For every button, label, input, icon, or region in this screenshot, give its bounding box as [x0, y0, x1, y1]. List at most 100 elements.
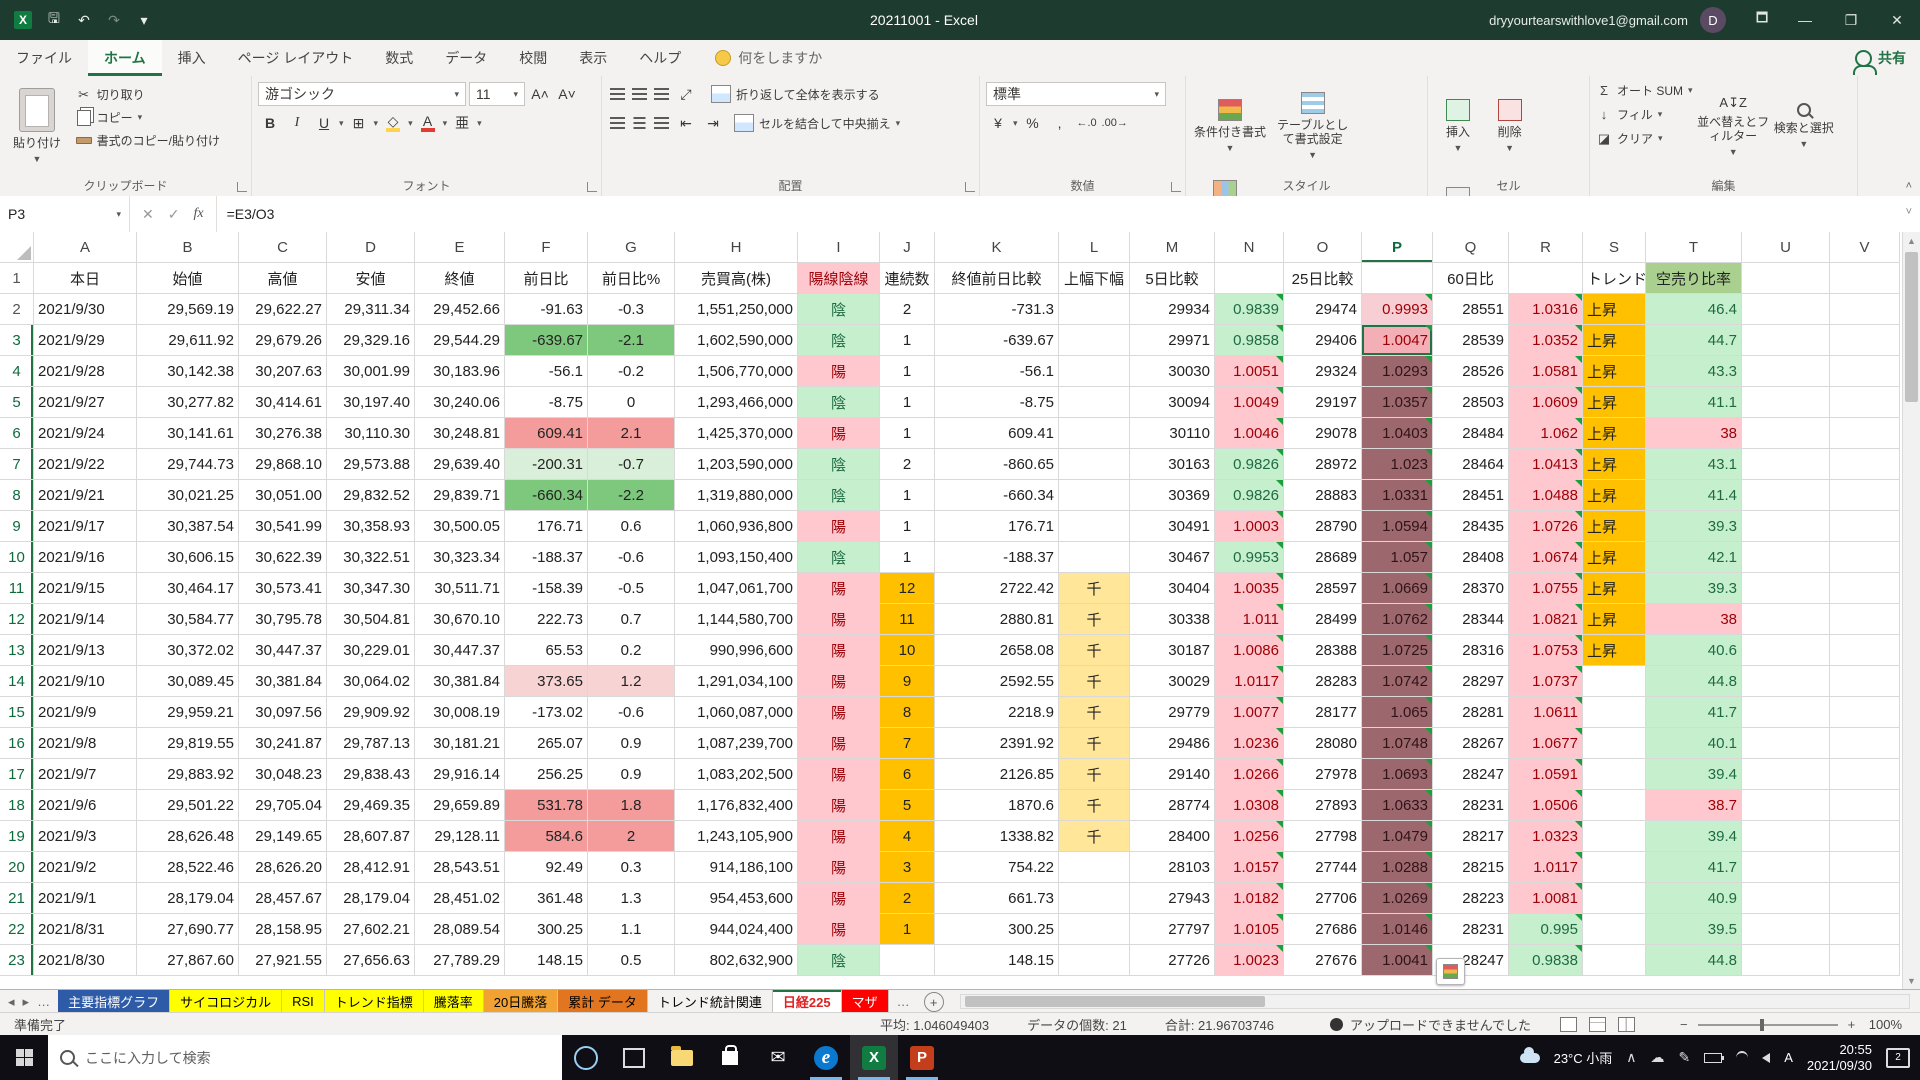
cell-I2[interactable]: 陰: [798, 294, 880, 325]
cell-B23[interactable]: 27,867.60: [137, 945, 239, 976]
cell-R2[interactable]: 1.0316: [1509, 294, 1583, 325]
sheet-tab-トレンド統計関連[interactable]: トレンド統計関連: [648, 990, 773, 1013]
cell-M14[interactable]: 30029: [1130, 666, 1215, 697]
close-button[interactable]: ✕: [1874, 0, 1920, 40]
redo-icon[interactable]: ↷: [106, 12, 122, 28]
formula-input[interactable]: =E3/O3: [217, 196, 285, 232]
column-header-P[interactable]: P: [1362, 232, 1433, 263]
cell-G10[interactable]: -0.6: [588, 542, 675, 573]
cell-G9[interactable]: 0.6: [588, 511, 675, 542]
cell-I19[interactable]: 陽: [798, 821, 880, 852]
cell-H18[interactable]: 1,176,832,400: [675, 790, 798, 821]
cell-E5[interactable]: 30,240.06: [415, 387, 505, 418]
cell-F11[interactable]: -158.39: [505, 573, 588, 604]
cell-N4[interactable]: 1.0051: [1215, 356, 1284, 387]
cell-C6[interactable]: 30,276.38: [239, 418, 327, 449]
cell-O5[interactable]: 29197: [1284, 387, 1362, 418]
cell-E18[interactable]: 29,659.89: [415, 790, 505, 821]
cell-Q5[interactable]: 28503: [1433, 387, 1509, 418]
cell-S15[interactable]: [1583, 697, 1646, 728]
cell-K8[interactable]: -660.34: [935, 480, 1059, 511]
cell-O2[interactable]: 29474: [1284, 294, 1362, 325]
cell-H5[interactable]: 1,293,466,000: [675, 387, 798, 418]
cell-I12[interactable]: 陽: [798, 604, 880, 635]
cell-P12[interactable]: 1.0762: [1362, 604, 1433, 635]
cell-I3[interactable]: 陰: [798, 325, 880, 356]
cell-B3[interactable]: 29,611.92: [137, 325, 239, 356]
cell-A1[interactable]: 本日: [34, 263, 137, 294]
orientation-icon[interactable]: ⤢: [674, 82, 698, 106]
cell-V15[interactable]: [1830, 697, 1900, 728]
cell-R16[interactable]: 1.0677: [1509, 728, 1583, 759]
cell-C18[interactable]: 29,705.04: [239, 790, 327, 821]
cell-T19[interactable]: 39.4: [1646, 821, 1742, 852]
cell-K7[interactable]: -860.65: [935, 449, 1059, 480]
cell-S1[interactable]: トレンド: [1583, 263, 1646, 294]
cell-V18[interactable]: [1830, 790, 1900, 821]
cell-S18[interactable]: [1583, 790, 1646, 821]
cell-E11[interactable]: 30,511.71: [415, 573, 505, 604]
cell-D20[interactable]: 28,412.91: [327, 852, 415, 883]
column-header-R[interactable]: R: [1509, 232, 1583, 263]
cell-F6[interactable]: 609.41: [505, 418, 588, 449]
cell-M1[interactable]: 5日比較: [1130, 263, 1215, 294]
cell-K4[interactable]: -56.1: [935, 356, 1059, 387]
cell-G19[interactable]: 2: [588, 821, 675, 852]
cell-L23[interactable]: [1059, 945, 1130, 976]
cell-L11[interactable]: 千: [1059, 573, 1130, 604]
cell-E13[interactable]: 30,447.37: [415, 635, 505, 666]
row-header-20[interactable]: 20: [0, 852, 34, 883]
cell-D19[interactable]: 28,607.87: [327, 821, 415, 852]
taskbar-file-explorer[interactable]: [658, 1035, 706, 1080]
cell-D11[interactable]: 30,347.30: [327, 573, 415, 604]
scroll-up-icon[interactable]: ▲: [1903, 232, 1920, 249]
cell-G14[interactable]: 1.2: [588, 666, 675, 697]
column-header-M[interactable]: M: [1130, 232, 1215, 263]
taskbar-store[interactable]: [706, 1035, 754, 1080]
cell-K22[interactable]: 300.25: [935, 914, 1059, 945]
cell-K15[interactable]: 2218.9: [935, 697, 1059, 728]
cell-H15[interactable]: 1,060,087,000: [675, 697, 798, 728]
cell-G23[interactable]: 0.5: [588, 945, 675, 976]
cell-B19[interactable]: 28,626.48: [137, 821, 239, 852]
cell-R14[interactable]: 1.0737: [1509, 666, 1583, 697]
column-header-H[interactable]: H: [675, 232, 798, 263]
cell-M6[interactable]: 30110: [1130, 418, 1215, 449]
cell-Q8[interactable]: 28451: [1433, 480, 1509, 511]
cell-R5[interactable]: 1.0609: [1509, 387, 1583, 418]
cell-L2[interactable]: [1059, 294, 1130, 325]
cell-L10[interactable]: [1059, 542, 1130, 573]
cell-C1[interactable]: 高値: [239, 263, 327, 294]
cell-L12[interactable]: 千: [1059, 604, 1130, 635]
cell-B6[interactable]: 30,141.61: [137, 418, 239, 449]
cell-G5[interactable]: 0: [588, 387, 675, 418]
cell-E7[interactable]: 29,639.40: [415, 449, 505, 480]
cell-M15[interactable]: 29779: [1130, 697, 1215, 728]
cell-M4[interactable]: 30030: [1130, 356, 1215, 387]
underline-button[interactable]: U: [312, 111, 336, 135]
cell-D7[interactable]: 29,573.88: [327, 449, 415, 480]
cell-G12[interactable]: 0.7: [588, 604, 675, 635]
align-center-icon[interactable]: [634, 117, 646, 119]
cell-P7[interactable]: 1.023: [1362, 449, 1433, 480]
cell-F13[interactable]: 65.53: [505, 635, 588, 666]
cell-I15[interactable]: 陽: [798, 697, 880, 728]
cell-Q4[interactable]: 28526: [1433, 356, 1509, 387]
cell-E20[interactable]: 28,543.51: [415, 852, 505, 883]
cell-V6[interactable]: [1830, 418, 1900, 449]
cell-E17[interactable]: 29,916.14: [415, 759, 505, 790]
font-color-icon[interactable]: A: [416, 111, 440, 135]
cell-A8[interactable]: 2021/9/21: [34, 480, 137, 511]
cell-U3[interactable]: [1742, 325, 1830, 356]
cell-G4[interactable]: -0.2: [588, 356, 675, 387]
cell-D17[interactable]: 29,838.43: [327, 759, 415, 790]
cell-V3[interactable]: [1830, 325, 1900, 356]
cell-U6[interactable]: [1742, 418, 1830, 449]
column-header-N[interactable]: N: [1215, 232, 1284, 263]
cell-D16[interactable]: 29,787.13: [327, 728, 415, 759]
column-header-U[interactable]: U: [1742, 232, 1830, 263]
cell-M13[interactable]: 30187: [1130, 635, 1215, 666]
tab-file[interactable]: ファイル: [0, 40, 88, 76]
cell-J21[interactable]: 2: [880, 883, 935, 914]
cell-K13[interactable]: 2658.08: [935, 635, 1059, 666]
